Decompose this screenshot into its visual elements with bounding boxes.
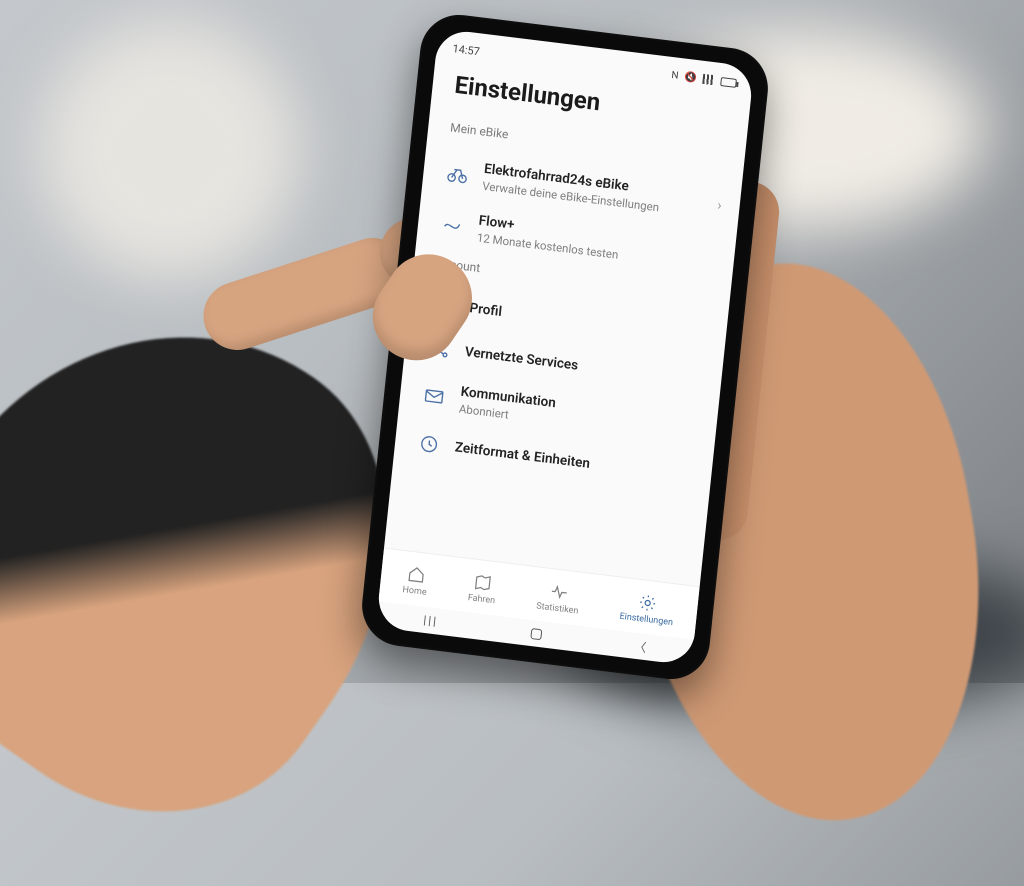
nfc-icon: N <box>671 69 679 81</box>
clock-icon <box>416 431 442 458</box>
mute-icon: 🔇 <box>684 71 698 83</box>
tab-label: Home <box>402 585 427 598</box>
pulse-icon <box>548 580 570 602</box>
battery-icon <box>720 77 737 88</box>
tab-label: Einstellungen <box>619 611 673 627</box>
nav-home-icon[interactable] <box>530 627 542 639</box>
tab-ride[interactable]: Fahren <box>467 571 498 606</box>
tab-home[interactable]: Home <box>402 563 429 598</box>
flow-icon <box>439 212 465 239</box>
nav-recent-icon[interactable]: ||| <box>423 613 439 629</box>
mail-icon <box>421 383 447 410</box>
map-icon <box>472 571 494 593</box>
status-time: 14:57 <box>452 42 481 58</box>
tab-settings[interactable]: Einstellungen <box>619 589 676 627</box>
nav-back-icon[interactable]: 〈 <box>634 637 648 655</box>
tab-label: Statistiken <box>536 601 579 616</box>
home-icon <box>405 563 427 585</box>
tab-label: Fahren <box>467 593 495 606</box>
gear-icon <box>637 591 659 613</box>
tab-stats[interactable]: Statistiken <box>536 579 581 616</box>
bike-icon <box>444 160 470 187</box>
chevron-right-icon: › <box>717 198 723 214</box>
signal-icon <box>702 74 715 85</box>
smartphone: 14:57 N 🔇 Einstellungen Mein eBike Elekt… <box>369 22 761 673</box>
